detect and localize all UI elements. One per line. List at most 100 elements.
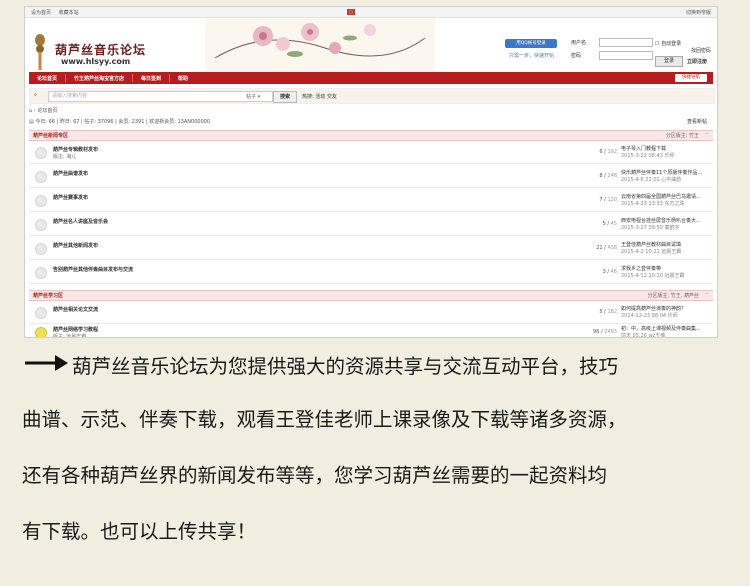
site-header: 葫芦丝音乐论坛 www.hlsyy.com 用QQ帐号登录 只需一步，快速开始 … xyxy=(25,18,717,72)
nav-item-shop[interactable]: 竹王葫芦丝淘宝官方店 xyxy=(66,75,132,82)
board-counts: 21 / 438 xyxy=(596,245,617,251)
board-status-icon xyxy=(35,171,47,183)
description-line: 有下载。也可以上传共享！ xyxy=(22,520,257,543)
quick-nav-button[interactable]: 快捷导航 xyxy=(675,74,707,82)
last-post-title[interactable]: 电子琴入门教程下载 xyxy=(621,145,666,152)
board-status-icon xyxy=(35,243,47,255)
board-status-icon xyxy=(35,195,47,207)
board-row[interactable]: 葫芦丝曲谱发布 8 / 246 快乐葫芦丝伴奏11个原版伴奏作品... 2015-4-… xyxy=(29,165,713,188)
board-moderator[interactable]: 版主: 海儿 xyxy=(53,153,76,160)
board-name[interactable]: 葫芦丝曲谱发布 xyxy=(53,170,88,177)
last-post-time: 前天 05:26 wz五维 xyxy=(621,333,666,338)
board-topic-count: 7 xyxy=(599,197,603,203)
top-links: 设为首页 收藏本站 xyxy=(31,9,85,16)
section-moderators: 分区版主: 竹王, 葫芦丝 xyxy=(647,293,699,299)
board-row[interactable]: 葫芦丝专辑教材发布 版主: 海儿 6 / 192 电子琴入门教程下载 2015-3-22… xyxy=(29,141,713,164)
section-title[interactable]: 葫芦丝新闻专区 xyxy=(33,132,68,139)
collapse-icon[interactable]: − xyxy=(705,291,709,297)
board-topic-count: 5 xyxy=(602,221,606,227)
board-counts: 3 / 46 xyxy=(602,269,617,275)
last-post-title[interactable]: 西安电视台挂丝屏音乐杨叭合奏大... xyxy=(621,217,701,224)
board-counts: 8 / 246 xyxy=(599,173,617,179)
board-row[interactable]: 葫芦丝网络学习教程 版主: 远晨王霸 96 / 2493 初：中，高级上课视频及伴奏曲… xyxy=(29,321,713,338)
bookmark-link[interactable]: 收藏本站 xyxy=(59,10,79,16)
description-line: 葫芦丝音乐论坛为您提供强大的资源共享与交流互动平台，技巧 xyxy=(72,355,619,378)
board-row[interactable]: 告别葫芦丝其他伴奏曲目发布与交流 3 / 46 求我乡之音伴奏带 2015-4-12 … xyxy=(29,261,713,284)
hot-search-terms[interactable]: 活动 交友 xyxy=(315,94,337,100)
board-name[interactable]: 葫芦丝相关论文交流 xyxy=(53,306,98,313)
section-title[interactable]: 葫芦丝学习区 xyxy=(33,292,63,299)
board-topic-count: 96 xyxy=(593,329,600,335)
login-button[interactable]: 登录 xyxy=(655,56,683,67)
search-input[interactable]: 请输入搜索内容 xyxy=(48,91,273,102)
board-name[interactable]: 葫芦丝名人讲座及音乐会 xyxy=(53,218,108,225)
password-input[interactable] xyxy=(599,51,653,60)
last-post-time: 2014-12-23 08:04 乐师 xyxy=(621,313,678,319)
hot-search-label: 热搜: xyxy=(302,94,314,100)
last-post-title[interactable]: 如何提高葫芦丝演奏的神韵？ xyxy=(621,305,686,312)
qq-login-button[interactable]: 用QQ帐号登录 xyxy=(505,39,557,48)
password-label: 密码 xyxy=(571,53,582,59)
last-post-title[interactable]: 求我乡之音伴奏带 xyxy=(621,265,661,272)
search-scope-select[interactable]: 帖子 ▾ xyxy=(246,93,260,100)
board-status-icon xyxy=(35,327,47,337)
board-post-count: 182 xyxy=(607,309,617,315)
breadcrumb-home[interactable]: 论坛首页 xyxy=(37,108,57,114)
board-topic-count: 8 xyxy=(599,173,603,179)
last-post-title[interactable]: 初：中，高级上课视频及伴奏曲集... xyxy=(621,325,701,332)
search-button[interactable]: 搜索 xyxy=(273,91,297,103)
section-moderators: 分区版主: 竹王 xyxy=(665,133,699,139)
board-name[interactable]: 葫芦丝赛事发布 xyxy=(53,194,88,201)
board-topic-count: 5 xyxy=(599,309,603,315)
set-homepage-link[interactable]: 设为首页 xyxy=(31,10,51,16)
board-name[interactable]: 告别葫芦丝其他伴奏曲目发布与交流 xyxy=(53,266,133,273)
collapse-icon[interactable]: − xyxy=(705,131,709,137)
nav-item-help[interactable]: 帮助 xyxy=(170,75,196,82)
auto-login-checkbox[interactable]: ☐ 自动登录 xyxy=(655,40,681,47)
hulusi-logo-icon xyxy=(35,34,45,70)
find-password-link[interactable]: 找回密码 xyxy=(691,47,711,54)
stats-text: 今日: 66 | 昨日: 67 | 帖子: 37096 | 会员: 2391 |… xyxy=(35,119,211,125)
board-post-count: 246 xyxy=(607,173,617,179)
board-name[interactable]: 葫芦丝网络学习教程 xyxy=(53,326,98,333)
board-counts: 96 / 2493 xyxy=(593,329,617,335)
nav-item-home[interactable]: 论坛首页 xyxy=(29,75,65,82)
username-label: 用户名 xyxy=(571,40,587,46)
board-counts: 7 / 120 xyxy=(599,197,617,203)
search-icon: ⌕ xyxy=(34,92,37,98)
last-post-time: 2015-4-6 22:01 心平曲韵 xyxy=(621,177,682,183)
board-topic-count: 3 xyxy=(602,269,606,275)
search-scope-label: 帖子 xyxy=(246,94,257,100)
notice-badge-icon: ▢ xyxy=(347,9,355,15)
home-icon[interactable]: ⌂ xyxy=(29,108,32,114)
auto-login-label: 自动登录 xyxy=(661,41,682,47)
site-logo-url: www.hlsyy.com xyxy=(61,57,131,66)
board-name[interactable]: 葫芦丝专辑教材发布 xyxy=(53,146,98,153)
board-post-count: 192 xyxy=(607,149,617,155)
last-post-time: 2015-4-2 10:21 远晨王霸 xyxy=(621,249,682,255)
main-nav: 论坛首页 竹王葫芦丝淘宝官方店 每日签到 帮助 快捷导航 xyxy=(29,72,713,84)
board-row[interactable]: 葫芦丝名人讲座及音乐会 5 / 45 西安电视台挂丝屏音乐杨叭合奏大... 2015-… xyxy=(29,213,713,236)
last-post-time: 2015-4-23 13:33 东方之珠 xyxy=(621,201,685,207)
nav-item-checkin[interactable]: 每日签到 xyxy=(133,75,169,82)
description-line: 曲谱、示范、伴奏下载，观看王登佳老师上课录像及下载等诸多资源， xyxy=(22,408,627,431)
board-moderator[interactable]: 版主: 远晨王霸 xyxy=(53,333,86,337)
board-status-icon xyxy=(35,219,47,231)
arrow-right-icon xyxy=(25,355,68,371)
view-new-posts-link[interactable]: 查看新帖 xyxy=(687,118,707,125)
register-hint[interactable]: 只需一步，快速开始 xyxy=(509,52,554,59)
search-bar: ⌕ 请输入搜索内容 帖子 ▾ 搜索 热搜: 活动 交友 xyxy=(29,88,715,104)
last-post-title[interactable]: 快乐葫芦丝伴奏11个原版伴奏作品... xyxy=(621,169,702,176)
register-link[interactable]: 立即注册 xyxy=(687,58,707,65)
board-row[interactable]: 葫芦丝赛事发布 7 / 120 云南省第四届全国葫芦丝巴乌邀请... 2015-4-2… xyxy=(29,189,713,212)
site-logo-title[interactable]: 葫芦丝音乐论坛 xyxy=(55,41,146,58)
board-row[interactable]: 葫芦丝其他新闻发布 21 / 438 王登佳葫芦丝教材曲目试填 2015-4-2 10… xyxy=(29,237,713,260)
last-post-title[interactable]: 王登佳葫芦丝教材曲目试填 xyxy=(621,241,681,248)
username-input[interactable] xyxy=(599,38,653,47)
section-header-news: 葫芦丝新闻专区 分区版主: 竹王 − xyxy=(29,130,713,141)
board-name[interactable]: 葫芦丝其他新闻发布 xyxy=(53,242,98,249)
board-counts: 5 / 182 xyxy=(599,309,617,315)
switch-width-link[interactable]: 切换到窄版 xyxy=(686,9,711,16)
board-counts: 6 / 192 xyxy=(599,149,617,155)
last-post-title[interactable]: 云南省第四届全国葫芦丝巴乌邀请... xyxy=(621,193,701,200)
